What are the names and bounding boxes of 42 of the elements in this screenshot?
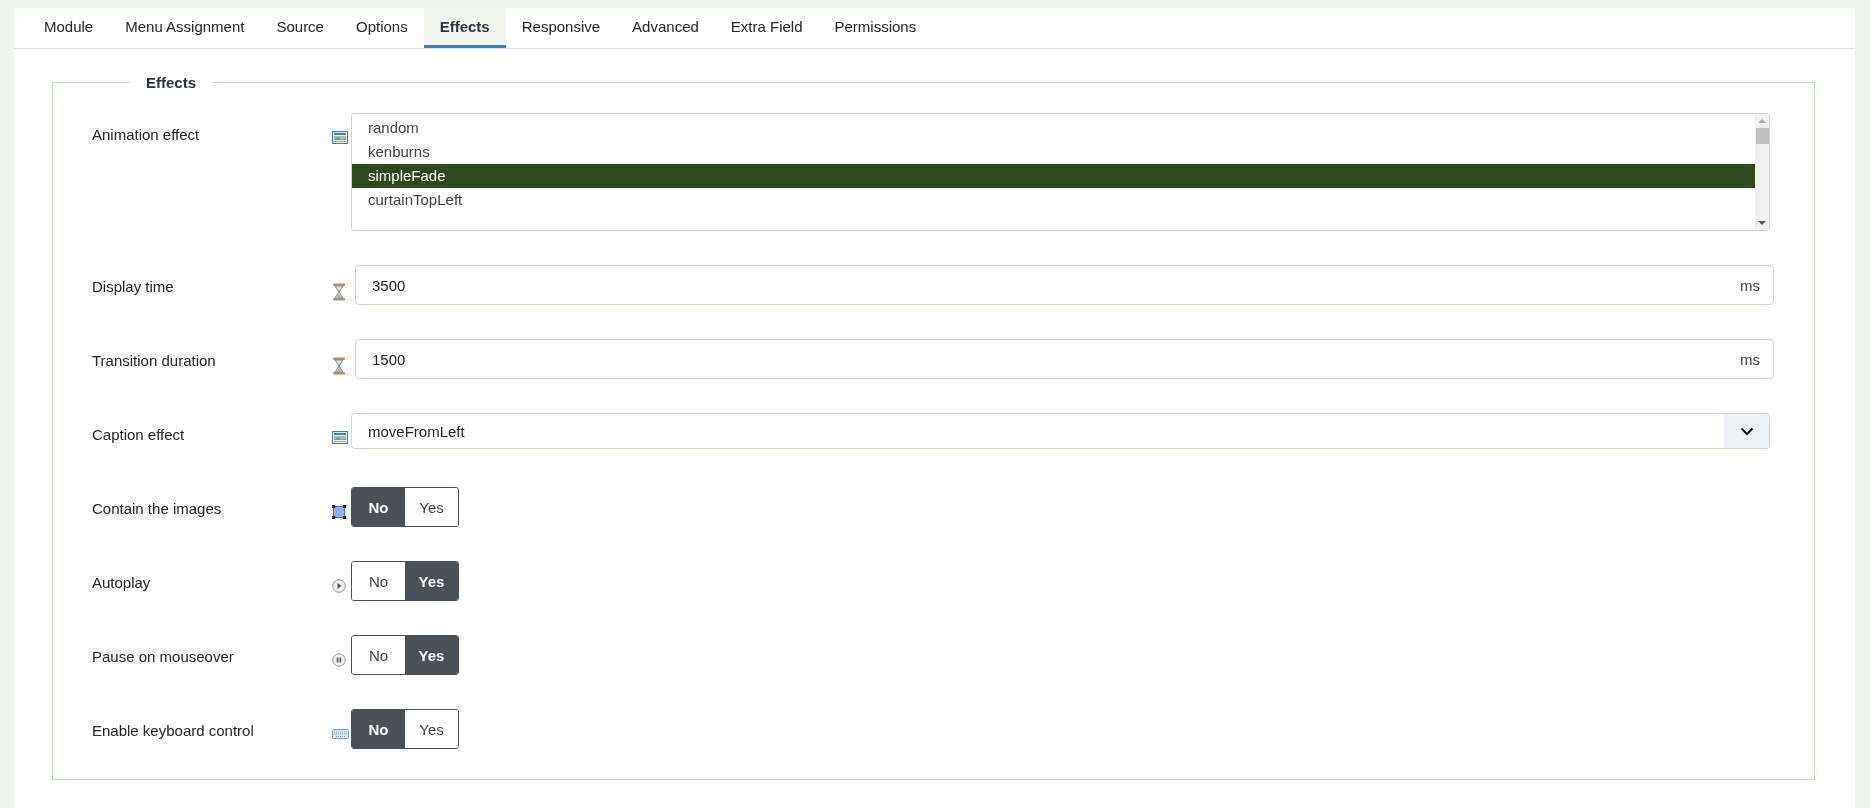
fieldset-legend: Effects <box>130 74 213 91</box>
tab[interactable]: Source <box>260 8 340 48</box>
field-label: Enable keyboard control <box>92 721 255 740</box>
tab[interactable]: Menu Assignment <box>109 8 261 48</box>
tab[interactable]: Module <box>28 8 110 48</box>
input-field[interactable]: 1500 ms <box>355 339 1774 379</box>
pause-icon <box>332 653 346 667</box>
keyboard-icon <box>332 727 349 739</box>
listbox[interactable]: random kenburns simpleFade curtainTopLeft <box>351 113 1770 231</box>
toggle-option[interactable]: No <box>352 710 405 748</box>
hourglass-icon <box>332 357 346 375</box>
chevron-down-icon <box>1739 426 1754 436</box>
toggle-option[interactable]: Yes <box>405 562 458 600</box>
hourglass-icon <box>332 283 346 301</box>
unit-label: ms <box>1740 276 1760 294</box>
field-label: Transition duration <box>92 351 217 370</box>
play-icon <box>332 579 346 593</box>
input-field[interactable]: 3500 ms <box>355 265 1774 305</box>
list-option[interactable]: simpleFade <box>352 164 1755 188</box>
list-option[interactable]: curtainTopLeft <box>352 188 1755 212</box>
field-label: Display time <box>92 277 175 296</box>
square-icon <box>332 505 346 519</box>
tab[interactable]: Effects <box>423 8 506 48</box>
image-icon <box>332 431 348 444</box>
field-label: Autoplay <box>92 573 152 592</box>
field-label: Contain the images <box>92 499 223 518</box>
tab[interactable]: Permissions <box>818 8 933 48</box>
toggle-option[interactable]: No <box>352 488 405 526</box>
tab[interactable]: Responsive <box>505 8 617 48</box>
unit-label: ms <box>1740 350 1760 368</box>
field-label: Pause on mouseover <box>92 647 235 666</box>
tab[interactable]: Extra Field <box>714 8 819 48</box>
toggle-option[interactable]: Yes <box>405 636 458 674</box>
dropdown[interactable]: moveFromLeft <box>351 413 1770 449</box>
scrollbar[interactable] <box>1755 114 1769 230</box>
tab[interactable]: Options <box>339 8 424 48</box>
list-option[interactable]: random <box>352 116 1755 140</box>
image-icon <box>332 131 348 144</box>
field-label: Animation effect <box>92 125 201 144</box>
field-label: Caption effect <box>92 425 186 444</box>
tab[interactable]: Advanced <box>616 8 715 48</box>
list-option[interactable]: kenburns <box>352 140 1755 164</box>
